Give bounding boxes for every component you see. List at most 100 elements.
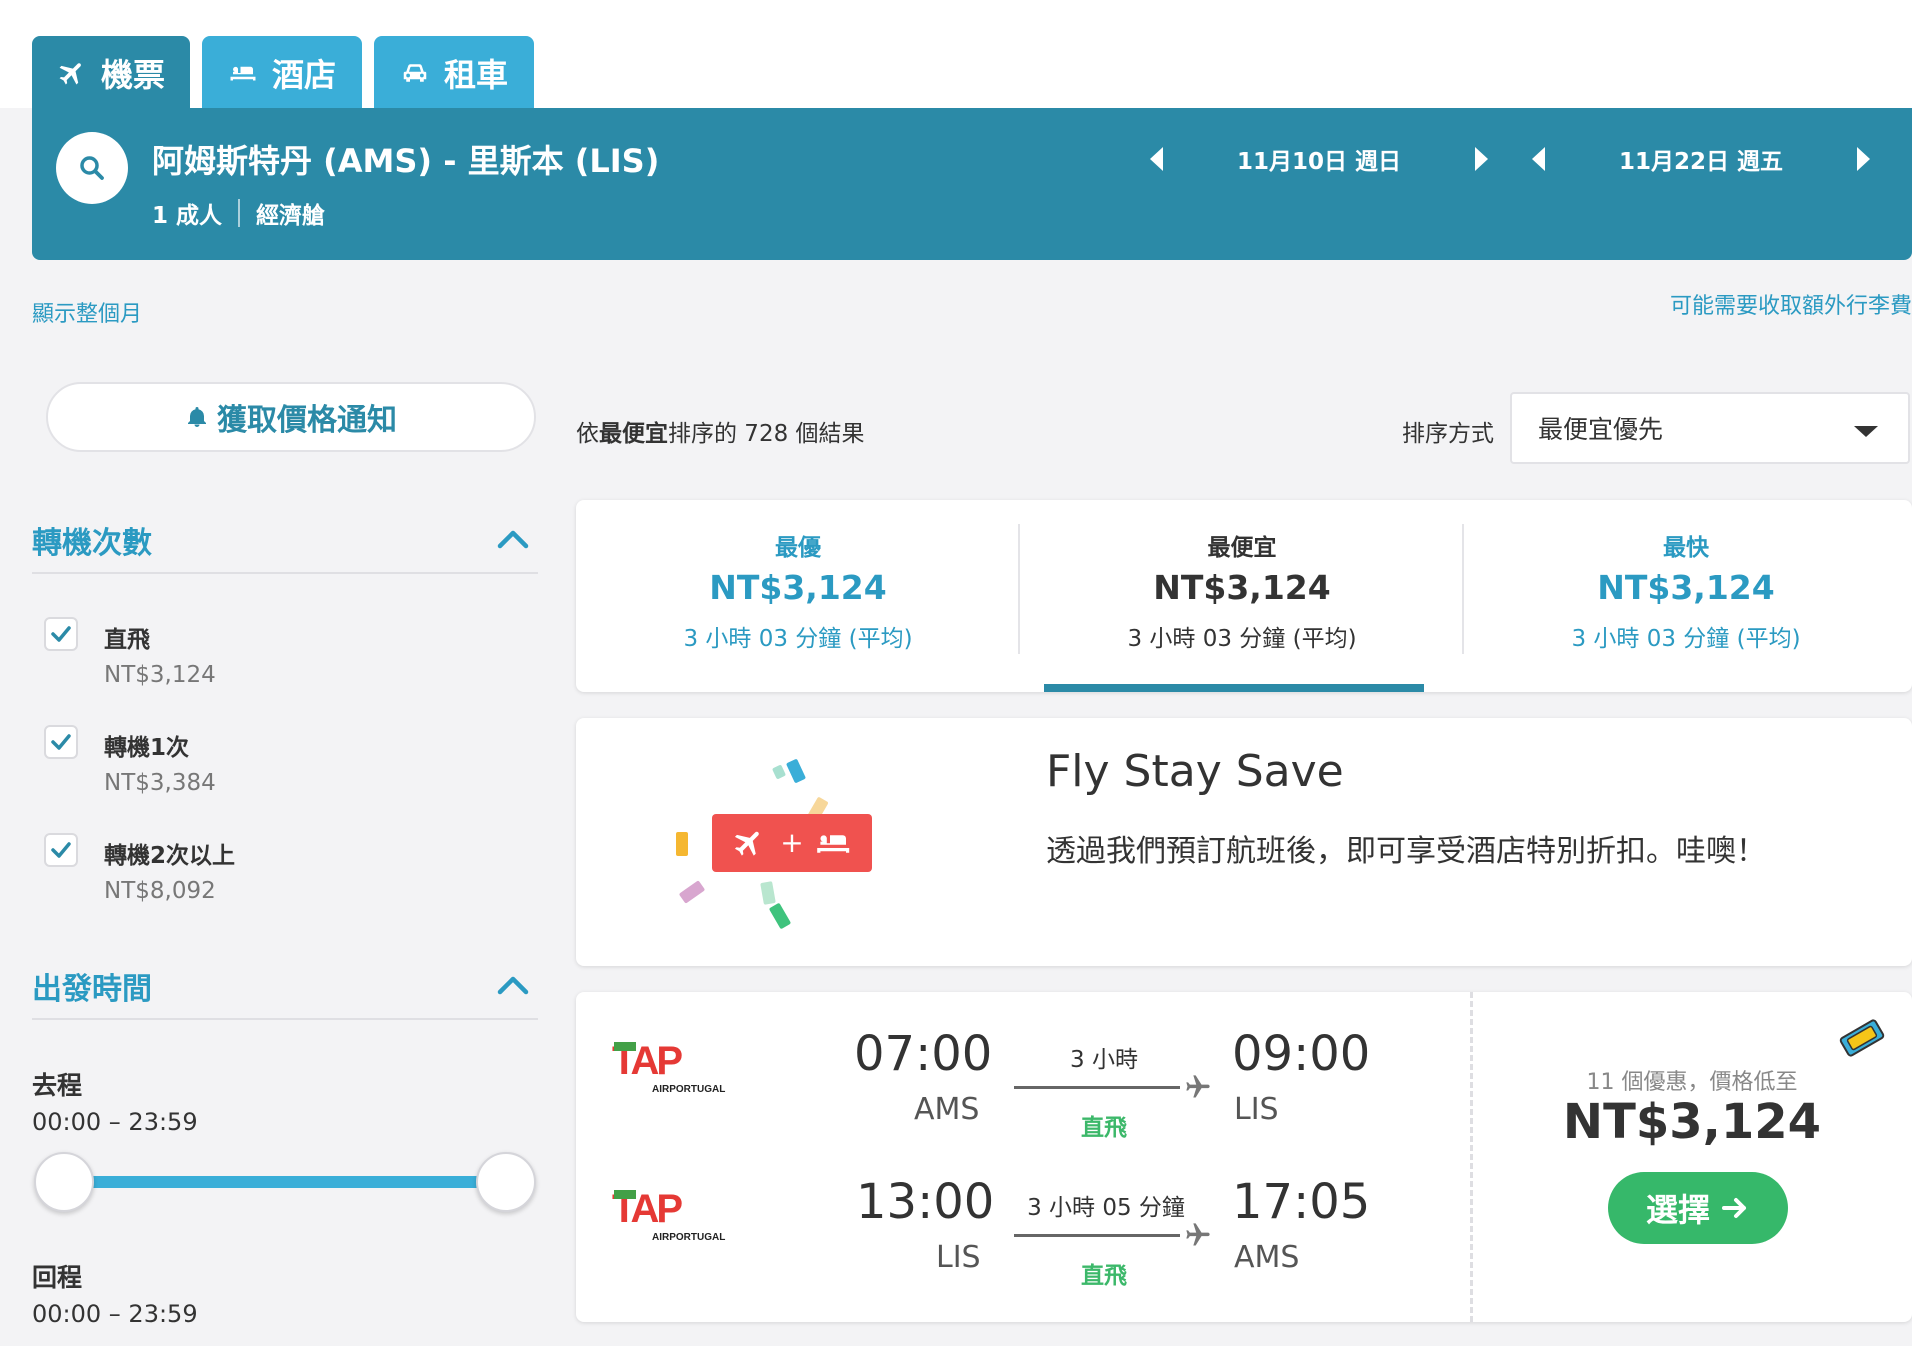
results-count-prefix: 依 xyxy=(576,421,599,447)
stops-label: 直飛 xyxy=(1081,1263,1127,1289)
departure-time: 13:00 xyxy=(856,1174,995,1230)
departure-airport: LIS xyxy=(936,1240,981,1275)
deals-count: 11 個優惠，價格低至 xyxy=(1586,1070,1798,1095)
tab-label: 租車 xyxy=(443,56,508,94)
leg-duration: 3 小時 xyxy=(1070,1047,1138,1073)
slider-handle-end[interactable] xyxy=(476,1152,536,1212)
summary-label: 最優 xyxy=(775,535,821,561)
flight-price: NT$3,124 xyxy=(1562,1094,1822,1150)
flight-result-card[interactable]: TAP AIRPORTUGAL 07:00 AMS 3 小時 直飛 09:00 … xyxy=(576,992,1912,1322)
stop-option-label[interactable]: 直飛 xyxy=(104,620,150,654)
sort-summary-tabs: 最優 NT$3,124 3 小時 03 分鐘 (平均) 最便宜 NT$3,124… xyxy=(576,500,1912,692)
promo-title: Fly Stay Save xyxy=(1046,746,1344,797)
stop-option-label[interactable]: 轉機1次 xyxy=(104,728,189,762)
passenger-cabin-info[interactable]: 1 成人 經濟艙 xyxy=(152,196,325,230)
tab-label: 酒店 xyxy=(271,56,336,94)
ticket-icon xyxy=(1839,1019,1885,1057)
stops-filter-title[interactable]: 轉機次數 xyxy=(32,518,152,562)
bed-icon xyxy=(230,65,256,81)
chevron-up-icon[interactable] xyxy=(496,974,530,996)
search-summary-banner[interactable]: 阿姆斯特丹 (AMS) - 里斯本 (LIS) 1 成人 經濟艙 11月10日 … xyxy=(32,108,1912,260)
stop-option-price: NT$3,124 xyxy=(104,662,216,688)
promo-badge-plus: + xyxy=(780,826,803,859)
bell-icon xyxy=(188,407,206,427)
summary-duration: 3 小時 03 分鐘 (平均) xyxy=(1571,626,1801,652)
outbound-label: 去程 xyxy=(32,1071,83,1100)
divider xyxy=(32,1018,538,1020)
tab-flights[interactable]: 機票 xyxy=(32,36,190,110)
stop-option-price: NT$8,092 xyxy=(104,878,216,904)
plane-icon xyxy=(1186,1223,1210,1246)
search-icon xyxy=(80,156,104,180)
cabin-class: 經濟艙 xyxy=(256,203,326,229)
card-divider xyxy=(1470,992,1473,1322)
active-tab-indicator xyxy=(1044,684,1424,692)
departure-time: 07:00 xyxy=(854,1026,993,1082)
summary-price: NT$3,124 xyxy=(1153,568,1331,607)
next-return-date-icon[interactable] xyxy=(1857,147,1870,171)
departure-airport: AMS xyxy=(914,1092,980,1127)
baggage-fee-link[interactable]: 可能需要收取額外行李費 xyxy=(1670,288,1912,320)
sort-value: 最便宜優先 xyxy=(1538,415,1664,444)
select-flight-button[interactable]: 選擇 xyxy=(1608,1172,1788,1244)
checkbox-two-plus-stops[interactable] xyxy=(44,833,78,867)
search-button[interactable] xyxy=(56,132,128,204)
select-button-label: 選擇 xyxy=(1645,1191,1710,1229)
outbound-time-slider-track[interactable] xyxy=(62,1176,506,1188)
departure-time-filter-title[interactable]: 出發時間 xyxy=(32,964,152,1008)
tab-cheapest[interactable]: 最便宜 NT$3,124 3 小時 03 分鐘 (平均) xyxy=(1020,500,1464,692)
arrow-right-icon xyxy=(1722,1198,1746,1218)
stop-option-label[interactable]: 轉機2次以上 xyxy=(104,836,235,870)
airline-logo-subtext: AIRPORTUGAL xyxy=(652,1084,725,1095)
checkbox-direct[interactable] xyxy=(44,617,78,651)
divider xyxy=(238,199,241,227)
tab-hotels[interactable]: 酒店 xyxy=(202,36,362,110)
outbound-time-range: 00:00 – 23:59 xyxy=(32,1108,198,1136)
arrival-time: 17:05 xyxy=(1232,1174,1371,1230)
tab-fastest[interactable]: 最快 NT$3,124 3 小時 03 分鐘 (平均) xyxy=(1464,500,1908,692)
route-title[interactable]: 阿姆斯特丹 (AMS) - 里斯本 (LIS) xyxy=(152,136,659,182)
plane-icon xyxy=(59,63,81,85)
flight-plus-hotel-illustration: + xyxy=(676,759,872,929)
summary-duration: 3 小時 03 分鐘 (平均) xyxy=(683,626,913,652)
summary-duration: 3 小時 03 分鐘 (平均) xyxy=(1127,626,1357,652)
chevron-up-icon[interactable] xyxy=(496,528,530,550)
next-depart-date-icon[interactable] xyxy=(1475,147,1488,171)
tab-cars[interactable]: 租車 xyxy=(374,36,534,110)
slider-handle-start[interactable] xyxy=(34,1152,94,1212)
price-alert-label: 獲取價格通知 xyxy=(217,403,397,438)
arrival-airport: AMS xyxy=(1234,1240,1300,1275)
summary-label: 最快 xyxy=(1663,535,1709,561)
sort-label: 排序方式 xyxy=(1402,421,1494,447)
promo-text: 透過我們預訂航班後，即可享受酒店特別折扣。哇噢！ xyxy=(1046,834,1766,869)
checkmark-icon xyxy=(51,842,71,858)
stops-label: 直飛 xyxy=(1081,1115,1127,1141)
arrival-airport: LIS xyxy=(1234,1092,1279,1127)
leg-line xyxy=(1014,1234,1180,1237)
airline-logo-subtext: AIRPORTUGAL xyxy=(652,1232,725,1243)
tap-air-portugal-logo: TAP AIRPORTUGAL xyxy=(612,1187,725,1243)
checkbox-one-stop[interactable] xyxy=(44,725,78,759)
return-date[interactable]: 11月22日 週五 xyxy=(1545,142,1857,176)
summary-label: 最便宜 xyxy=(1207,535,1277,561)
leg-duration: 3 小時 05 分鐘 xyxy=(1027,1195,1185,1221)
results-count-suffix: 排序的 728 個結果 xyxy=(668,421,865,447)
show-month-link[interactable]: 顯示整個月 xyxy=(32,296,142,328)
return-label: 回程 xyxy=(32,1263,83,1292)
depart-date[interactable]: 11月10日 週日 xyxy=(1163,142,1475,176)
price-alert-button[interactable]: 獲取價格通知 xyxy=(46,382,536,452)
divider xyxy=(32,572,538,574)
leg-line xyxy=(1014,1086,1180,1089)
sort-dropdown[interactable]: 最便宜優先 xyxy=(1510,392,1910,464)
results-count-sort: 最便宜 xyxy=(599,421,668,447)
passenger-count: 1 成人 xyxy=(152,203,223,229)
stop-option-price: NT$3,384 xyxy=(104,770,216,796)
prev-depart-date-icon[interactable] xyxy=(1150,147,1163,171)
tab-best[interactable]: 最優 NT$3,124 3 小時 03 分鐘 (平均) xyxy=(576,500,1020,692)
summary-price: NT$3,124 xyxy=(1597,568,1775,607)
prev-return-date-icon[interactable] xyxy=(1532,147,1545,171)
results-count: 依最便宜排序的 728 個結果 xyxy=(576,414,865,448)
checkmark-icon xyxy=(51,626,71,642)
fly-stay-save-banner[interactable]: + Fly Stay Save 透過我們預訂航班後，即可享受酒店特別折扣。哇噢！ xyxy=(576,718,1912,966)
checkmark-icon xyxy=(51,734,71,750)
